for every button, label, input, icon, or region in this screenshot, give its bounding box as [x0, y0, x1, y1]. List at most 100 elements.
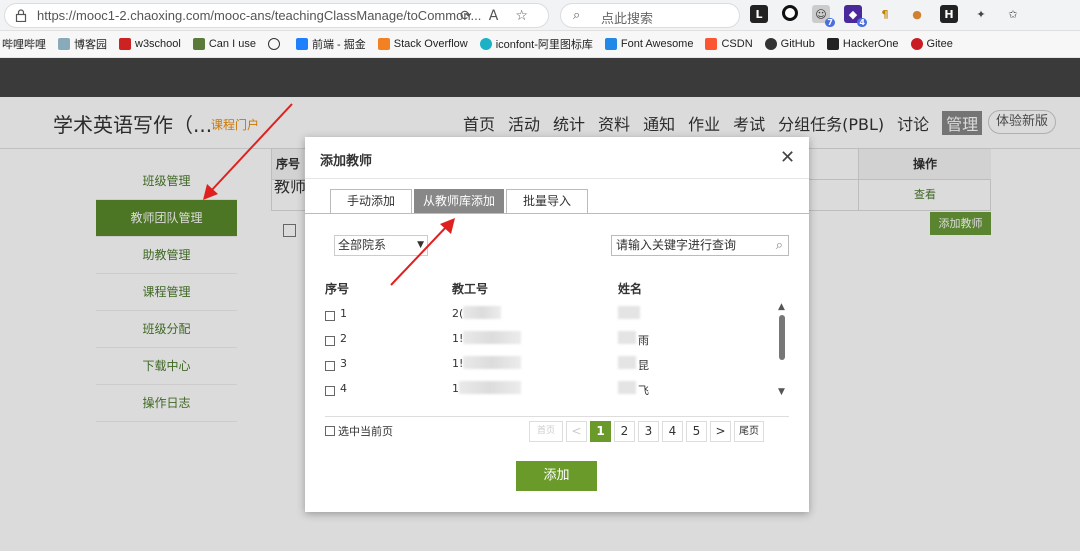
blurred-name — [618, 306, 640, 319]
bookmark-caniuse[interactable]: Can I use — [192, 38, 256, 50]
row-staff-id: 1! — [452, 332, 464, 345]
teacher-row[interactable]: 1 2( — [325, 305, 775, 330]
blurred-id — [463, 306, 501, 319]
browser-toolbar: https://mooc1-2.chaoxing.com/mooc-ans/te… — [0, 0, 1080, 31]
favorites-icon[interactable]: ✩ — [1004, 5, 1022, 23]
bookmark-csdn[interactable]: CSDN — [705, 38, 753, 50]
select-page-label: 选中当前页 — [338, 425, 393, 438]
pager-page-4[interactable]: 4 — [662, 421, 683, 442]
tab-underline — [305, 213, 809, 214]
column-header-staff-id: 教工号 — [452, 282, 489, 296]
address-bar[interactable]: https://mooc1-2.chaoxing.com/mooc-ans/te… — [4, 3, 549, 28]
dialog-tabs: 手动添加 从教师库添加 批量导入 — [330, 189, 590, 213]
tab-manual-add[interactable]: 手动添加 — [330, 189, 413, 213]
extension-diamond-icon[interactable]: ◆ 4 — [844, 5, 867, 27]
stackoverflow-icon — [377, 38, 390, 50]
extension-pilcrow-icon[interactable]: ¶ — [876, 5, 894, 23]
row-name: 昆 — [638, 359, 649, 372]
pager-page-3[interactable]: 3 — [638, 421, 659, 442]
column-header-name: 姓名 — [618, 282, 643, 296]
bookmark-iconfont[interactable]: iconfont-阿里图标库 — [479, 36, 593, 52]
select-current-page[interactable]: 选中当前页 — [325, 423, 393, 439]
blurred-name — [618, 381, 636, 394]
globe-icon — [267, 38, 280, 50]
row-checkbox[interactable] — [325, 336, 335, 346]
search-placeholder: 点此搜索 — [601, 12, 654, 27]
bookmark-globe[interactable] — [267, 38, 284, 50]
pager-page-5[interactable]: 5 — [686, 421, 707, 442]
teacher-row[interactable]: 2 1! 雨 — [325, 330, 775, 355]
bookmark-hackerone[interactable]: HackerOne — [826, 38, 899, 50]
row-name: 飞 — [638, 384, 649, 397]
bookmark-stackoverflow[interactable]: Stack Overflow — [377, 38, 468, 50]
pager-page-2[interactable]: 2 — [614, 421, 635, 442]
search-icon[interactable]: ⌕ — [776, 236, 783, 255]
column-header-seq: 序号 — [325, 282, 350, 296]
blurred-name — [618, 331, 636, 344]
scroll-up-icon[interactable]: ▲ — [778, 302, 785, 312]
pager-first[interactable]: 首页 — [529, 421, 563, 442]
bookmark-gitee[interactable]: Gitee — [910, 38, 953, 50]
cnblogs-icon — [58, 38, 70, 50]
pager-next[interactable]: > — [710, 421, 731, 442]
browser-search-box[interactable]: ⌕ 点此搜索 — [560, 3, 740, 28]
row-checkbox[interactable] — [325, 361, 335, 371]
row-name: 雨 — [638, 334, 649, 347]
url-text: https://mooc1-2.chaoxing.com/mooc-ans/te… — [37, 8, 482, 23]
extension-h-icon[interactable]: H — [940, 5, 958, 23]
blurred-id — [463, 356, 521, 369]
row-seq: 4 — [340, 382, 347, 395]
department-select-value: 全部院系 — [338, 238, 387, 252]
pager-last[interactable]: 尾页 — [734, 421, 764, 442]
teacher-row[interactable]: 3 1! 昆 — [325, 355, 775, 380]
caniuse-icon — [192, 38, 205, 50]
pagination: 首页 < 1 2 3 4 5 > 尾页 — [529, 421, 764, 442]
bookmark-w3school[interactable]: w3school — [119, 38, 181, 50]
row-staff-id: 1 — [452, 382, 459, 395]
dropdown-arrow-icon: ▼ — [417, 240, 424, 250]
bookmarks-bar: 哔哩哔哩 博客园 w3school Can I use 前端 - 掘金 Stac… — [0, 31, 1080, 58]
add-teacher-dialog: 添加教师 ✕ 手动添加 从教师库添加 批量导入 全部院系 ▼ 请输入关键字进行查… — [305, 137, 809, 512]
add-button[interactable]: 添加 — [516, 461, 597, 491]
teacher-row[interactable]: 4 1 飞 — [325, 380, 775, 405]
blurred-id — [463, 331, 521, 344]
close-icon[interactable]: ✕ — [780, 147, 795, 168]
csdn-icon — [705, 38, 718, 50]
refresh-icon[interactable]: ⟳ — [460, 8, 472, 24]
site-header-bar — [0, 58, 1080, 97]
row-checkbox[interactable] — [325, 386, 335, 396]
department-select[interactable]: 全部院系 ▼ — [334, 235, 428, 256]
favorite-star-icon[interactable]: ☆ — [515, 8, 528, 24]
pager-prev[interactable]: < — [566, 421, 587, 442]
tab-from-library[interactable]: 从教师库添加 — [414, 189, 505, 213]
extensions-puzzle-icon[interactable]: ✦ — [972, 5, 990, 23]
extension-ring-icon[interactable] — [782, 5, 798, 21]
bookmark-cnblogs[interactable]: 博客园 — [58, 36, 107, 52]
blurred-name — [618, 356, 636, 369]
row-seq: 3 — [340, 357, 347, 370]
bookmark-fontawesome[interactable]: Font Awesome — [604, 38, 693, 50]
select-page-checkbox[interactable] — [325, 426, 335, 436]
blurred-id — [459, 381, 521, 394]
list-footer-divider — [325, 416, 789, 417]
extension-cookie-icon[interactable]: ● — [908, 5, 926, 23]
keyword-search-input[interactable]: 请输入关键字进行查询 ⌕ — [611, 235, 789, 256]
w3school-icon — [119, 38, 131, 50]
scroll-down-icon[interactable]: ▼ — [778, 387, 785, 397]
gitee-icon — [910, 38, 923, 50]
row-staff-id: 1! — [452, 357, 464, 370]
extension-l-icon[interactable]: L — [750, 5, 768, 23]
tab-batch-import[interactable]: 批量导入 — [506, 189, 589, 213]
read-aloud-icon[interactable]: A — [489, 8, 499, 24]
dialog-title: 添加教师 — [320, 154, 373, 169]
search-icon: ⌕ — [573, 8, 581, 23]
row-checkbox[interactable] — [325, 311, 335, 321]
bookmark-juejin[interactable]: 前端 - 掘金 — [295, 36, 366, 52]
bookmark-bilibili[interactable]: 哔哩哔哩 — [2, 36, 46, 52]
extension-badge-icon[interactable]: ☺ 7 — [812, 5, 835, 27]
bookmark-github[interactable]: GitHub — [764, 38, 815, 50]
pager-page-1[interactable]: 1 — [590, 421, 611, 442]
iconfont-icon — [479, 38, 492, 50]
scrollbar-thumb[interactable] — [779, 315, 785, 360]
row-staff-id: 2( — [452, 307, 464, 320]
